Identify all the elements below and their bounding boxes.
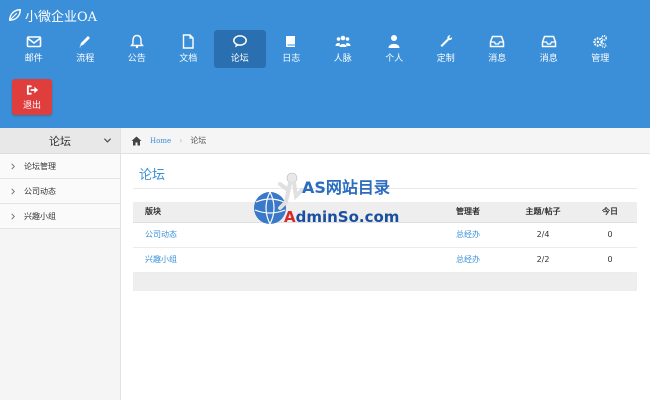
watermark: AS网站目录 AdminSo.com [250, 168, 410, 238]
logout-label: 退出 [22, 100, 41, 111]
nav-label: 文档 [179, 54, 198, 64]
chevron-down-icon [103, 138, 112, 143]
nav-personal[interactable]: 个人 [369, 30, 421, 68]
column-header-today: 今日 [583, 202, 637, 223]
inbox-icon [490, 35, 505, 48]
nav-label: 流程 [76, 54, 95, 64]
app-brand[interactable]: 小微企业OA [8, 6, 98, 25]
nav-label: 定制 [436, 54, 455, 64]
manager-link[interactable]: 总经办 [456, 230, 480, 239]
bell-icon [129, 34, 144, 49]
group-icon [335, 35, 351, 47]
table-footer [133, 273, 637, 291]
nav-label: 邮件 [24, 54, 43, 64]
leaf-logo-icon [9, 9, 21, 21]
main-nav: 邮件 流程 公告 文档 论坛 日志 人脉 个人 定制 消息 消息 管理 [8, 30, 626, 68]
watermark-url: AdminSo.com [284, 208, 399, 226]
nav-label: 管理 [591, 54, 610, 64]
nav-label: 消息 [539, 54, 558, 64]
gears-icon [593, 34, 608, 48]
wrench-icon [440, 35, 452, 47]
column-header-manager: 管理者 [433, 202, 503, 223]
user-icon [388, 35, 400, 48]
home-icon [131, 136, 142, 145]
breadcrumb-current: 论坛 [190, 136, 207, 145]
nav-workflow[interactable]: 流程 [60, 30, 112, 68]
nav-label: 人脉 [333, 54, 352, 64]
chat-icon [232, 35, 247, 48]
mail-icon [26, 36, 42, 48]
nav-custom[interactable]: 定制 [420, 30, 472, 68]
logout-button[interactable]: 退出 [12, 79, 52, 115]
sidebar-item-label: 论坛管理 [24, 161, 56, 171]
column-header-topics-posts: 主题/帖子 [503, 202, 583, 223]
inbox-icon [541, 35, 556, 48]
nav-label: 日志 [282, 54, 301, 64]
chevron-right-icon [11, 213, 15, 219]
nav-label: 论坛 [230, 54, 249, 64]
manager-link[interactable]: 总经办 [456, 255, 480, 264]
pencil-icon [79, 36, 91, 48]
chevron-right-icon [11, 163, 15, 169]
table-row: 兴趣小组 总经办 2/2 0 [133, 247, 637, 273]
watermark-url-rest: dminSo.com [295, 208, 400, 226]
book-icon [286, 36, 297, 47]
page-title: 论坛 [139, 168, 166, 183]
nav-label: 消息 [488, 54, 507, 64]
nav-message-2[interactable]: 消息 [523, 30, 575, 68]
top-header: 小微企业OA 邮件 流程 公告 文档 论坛 日志 人脉 个人 定制 消息 消息 … [0, 0, 650, 128]
breadcrumb-home-link[interactable]: Home [150, 137, 171, 145]
nav-mail[interactable]: 邮件 [8, 30, 60, 68]
sidebar-item-label: 公司动态 [24, 186, 56, 196]
nav-admin[interactable]: 管理 [575, 30, 627, 68]
nav-log[interactable]: 日志 [266, 30, 318, 68]
sidebar-title: 论坛 [49, 134, 71, 148]
watermark-title: AS网站目录 [302, 178, 390, 197]
today-cell: 0 [583, 222, 637, 248]
sidebar-item-label: 兴趣小组 [24, 211, 56, 221]
sidebar-item-company-news[interactable]: 公司动态 [0, 179, 120, 204]
nav-label: 公告 [127, 54, 146, 64]
watermark-url-a: A [284, 208, 296, 226]
nav-message-1[interactable]: 消息 [472, 30, 524, 68]
nav-document[interactable]: 文档 [163, 30, 215, 68]
breadcrumb-separator: › [179, 136, 183, 145]
document-icon [183, 34, 194, 49]
sidebar-item-interest-group[interactable]: 兴趣小组 [0, 204, 120, 229]
board-link[interactable]: 兴趣小组 [145, 255, 177, 264]
globe-mascot-icon [254, 172, 304, 225]
nav-forum[interactable]: 论坛 [214, 30, 266, 68]
app-title: 小微企业OA [25, 9, 98, 25]
sidebar-header[interactable]: 论坛 [0, 128, 120, 154]
today-cell: 0 [583, 247, 637, 273]
sidebar: 论坛 论坛管理 公司动态 兴趣小组 [0, 128, 121, 400]
chevron-right-icon [11, 188, 15, 194]
nav-notice[interactable]: 公告 [111, 30, 163, 68]
breadcrumb: Home › 论坛 [121, 128, 650, 154]
nav-contacts[interactable]: 人脉 [317, 30, 369, 68]
board-link[interactable]: 公司动态 [145, 230, 177, 239]
topics-posts-cell: 2/2 [503, 247, 583, 273]
sidebar-item-forum-manage[interactable]: 论坛管理 [0, 154, 120, 179]
logout-icon [26, 84, 38, 95]
topics-posts-cell: 2/4 [503, 222, 583, 248]
nav-label: 个人 [385, 54, 404, 64]
